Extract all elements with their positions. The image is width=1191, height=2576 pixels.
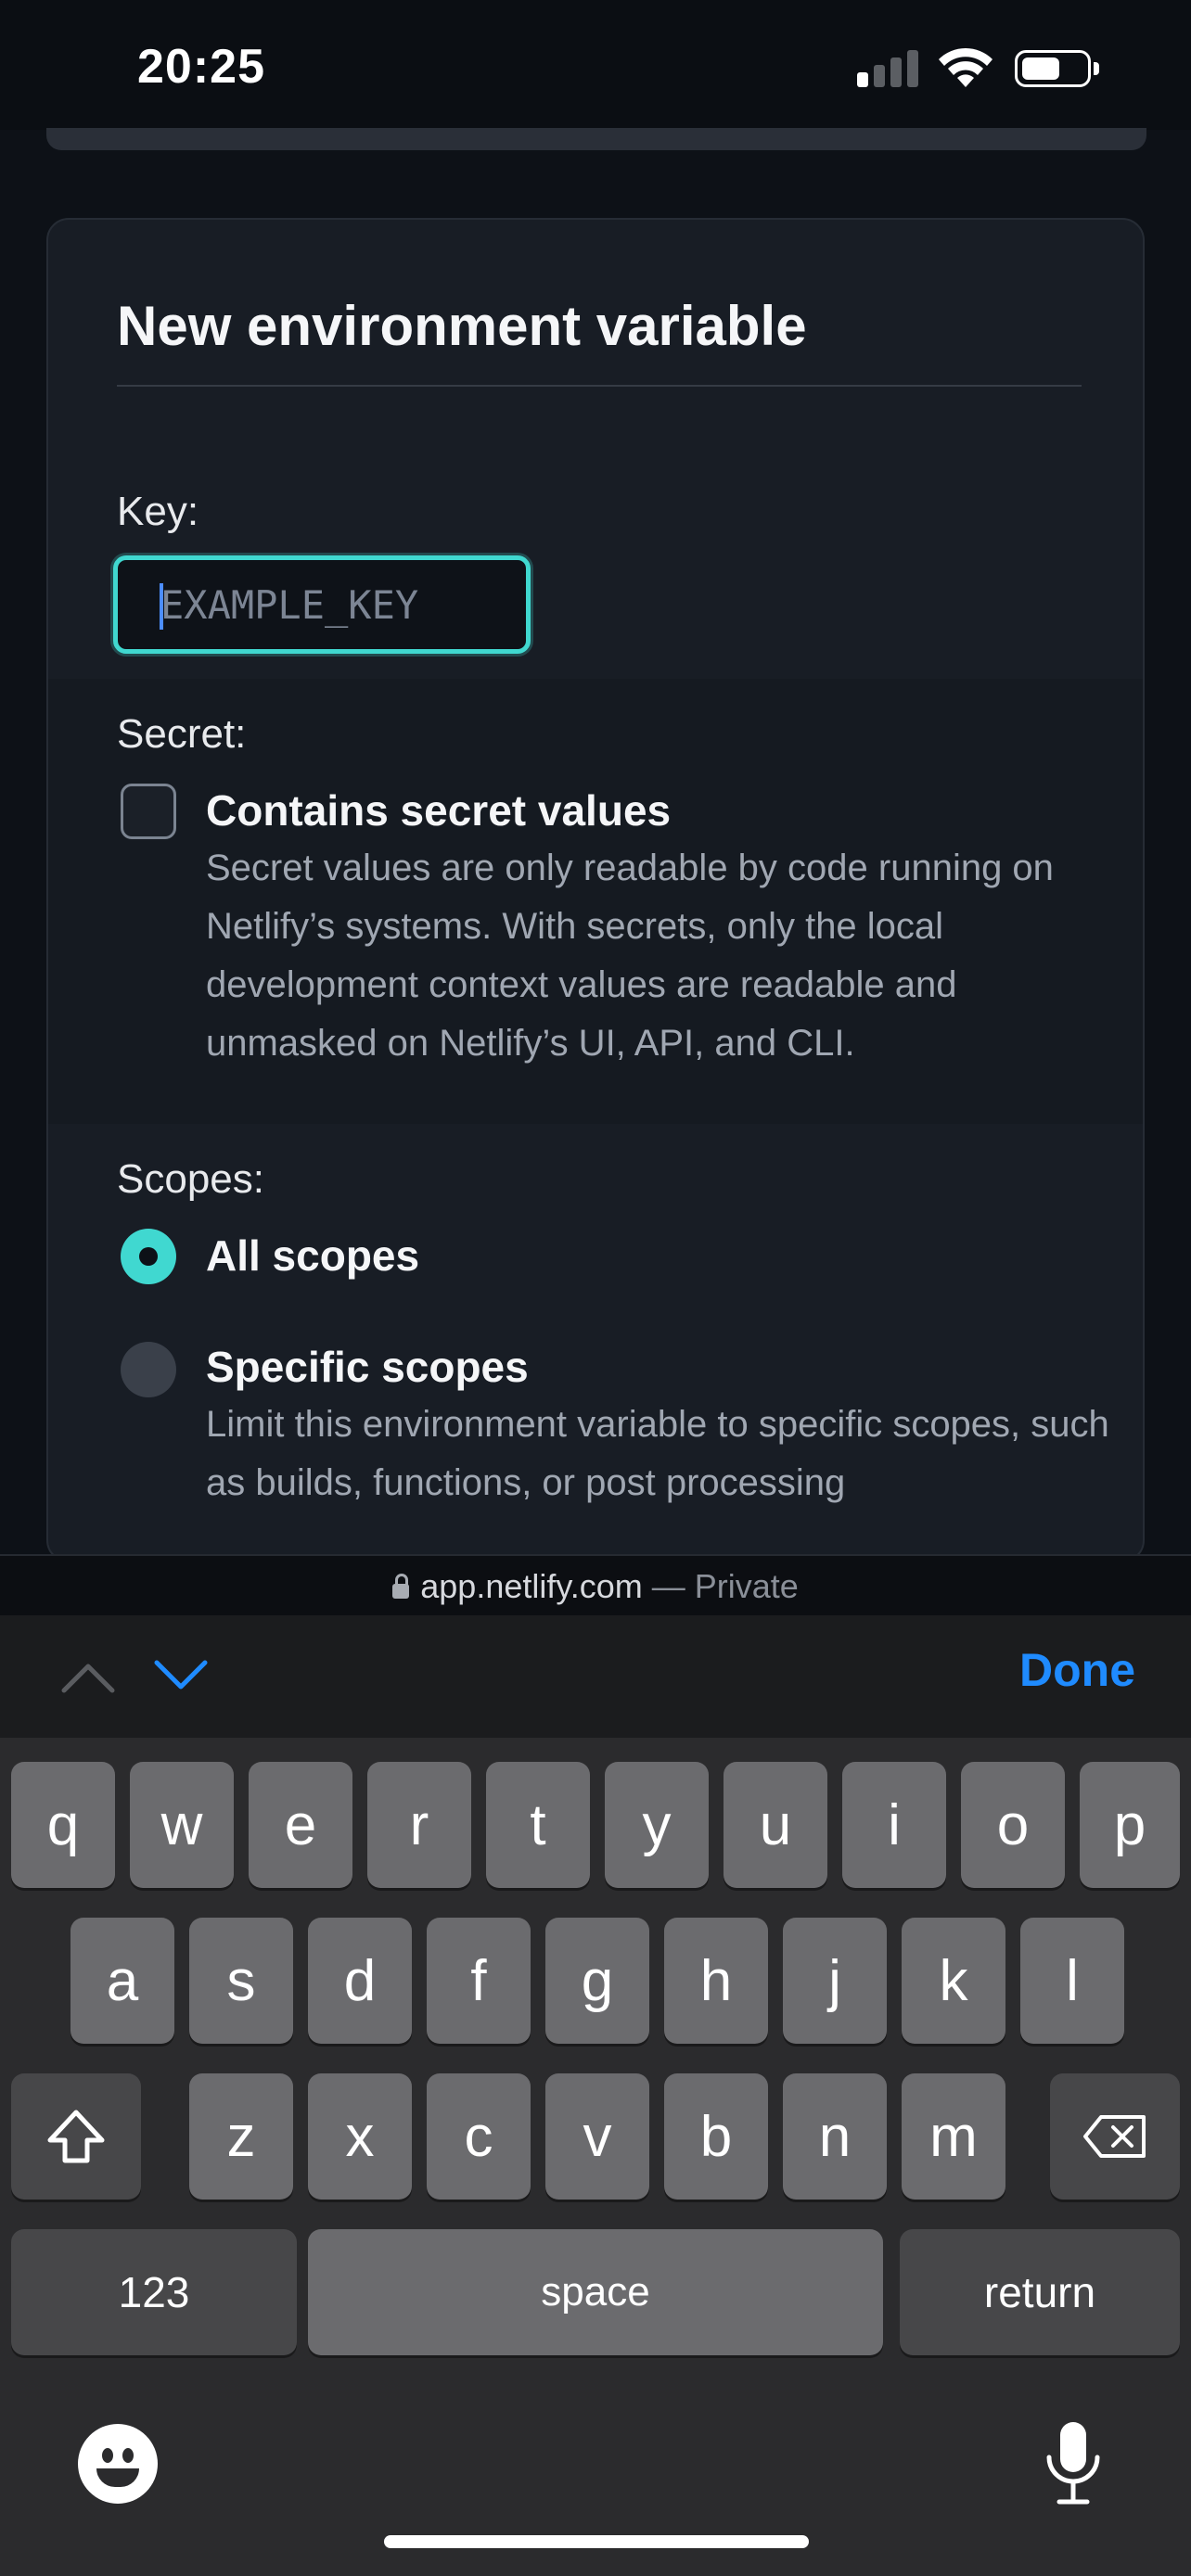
key-c[interactable]: c: [427, 2073, 531, 2200]
status-time: 20:25: [137, 40, 265, 94]
key-p[interactable]: p: [1080, 1762, 1180, 1888]
secret-checkbox-description: Secret values are only readable by code …: [206, 848, 1054, 1064]
shift-arrow-icon: [47, 2110, 105, 2163]
title-divider: [117, 385, 1082, 387]
card-title: New environment variable: [117, 295, 807, 357]
specific-scopes-radio[interactable]: [121, 1342, 176, 1397]
onscreen-keyboard: q w e r t y u i o p a s d f g h j k l z …: [0, 1738, 1191, 2576]
secret-checkbox[interactable]: [121, 784, 176, 839]
key-d[interactable]: d: [308, 1918, 412, 2044]
previous-section-edge: [46, 128, 1146, 150]
key-b[interactable]: b: [664, 2073, 768, 2200]
space-key[interactable]: space: [308, 2229, 883, 2355]
key-i[interactable]: i: [842, 1762, 946, 1888]
next-field-chevron-down-icon[interactable]: [154, 1660, 208, 1693]
return-key[interactable]: return: [900, 2229, 1180, 2355]
key-o[interactable]: o: [961, 1762, 1065, 1888]
key-h[interactable]: h: [664, 1918, 768, 2044]
key-s[interactable]: s: [189, 1918, 293, 2044]
status-bar: 20:25: [0, 0, 1191, 130]
url-domain: app.netlify.com: [420, 1567, 643, 1605]
key-q[interactable]: q: [11, 1762, 115, 1888]
wifi-icon: [939, 47, 992, 87]
key-x[interactable]: x: [308, 2073, 412, 2200]
key-a[interactable]: a: [70, 1918, 174, 2044]
scopes-label: Scopes:: [117, 1156, 264, 1202]
specific-scopes-description: Limit this environment variable to speci…: [206, 1404, 1109, 1503]
new-env-variable-card: New environment variable Key: Secret: Co…: [46, 218, 1145, 1562]
key-g[interactable]: g: [545, 1918, 649, 2044]
key-l[interactable]: l: [1020, 1918, 1124, 2044]
secret-checkbox-title: Contains secret values: [206, 786, 672, 835]
key-k[interactable]: k: [902, 1918, 1005, 2044]
key-label: Key:: [117, 489, 199, 534]
keyboard-accessory-bar: Done: [0, 1615, 1191, 1738]
secret-label: Secret:: [117, 711, 247, 757]
key-z[interactable]: z: [189, 2073, 293, 2200]
key-u[interactable]: u: [724, 1762, 827, 1888]
lock-icon: [392, 1574, 410, 1599]
key-j[interactable]: j: [783, 1918, 887, 2044]
text-caret: [160, 583, 163, 630]
key-r[interactable]: r: [367, 1762, 471, 1888]
key-m[interactable]: m: [902, 2073, 1005, 2200]
microphone-icon[interactable]: [1043, 2420, 1104, 2509]
home-indicator[interactable]: [384, 2535, 809, 2548]
cellular-signal-icon: [857, 48, 918, 87]
key-input[interactable]: [113, 555, 531, 654]
shift-key[interactable]: [11, 2073, 141, 2200]
browser-url-bar[interactable]: app.netlify.com — Private: [0, 1554, 1191, 1617]
numbers-key[interactable]: 123: [11, 2229, 297, 2355]
all-scopes-label: All scopes: [206, 1231, 420, 1280]
emoji-icon[interactable]: [78, 2424, 158, 2504]
delete-key[interactable]: [1050, 2073, 1180, 2200]
done-button[interactable]: Done: [1019, 1643, 1135, 1697]
key-n[interactable]: n: [783, 2073, 887, 2200]
key-w[interactable]: w: [130, 1762, 234, 1888]
previous-field-chevron-up-icon[interactable]: [61, 1660, 115, 1693]
backspace-icon: [1083, 2115, 1146, 2158]
private-mode-label: — Private: [642, 1567, 799, 1605]
key-t[interactable]: t: [486, 1762, 590, 1888]
key-f[interactable]: f: [427, 1918, 531, 2044]
all-scopes-radio[interactable]: [121, 1229, 176, 1284]
key-e[interactable]: e: [249, 1762, 352, 1888]
specific-scopes-label: Specific scopes: [206, 1343, 529, 1391]
key-y[interactable]: y: [605, 1762, 709, 1888]
key-v[interactable]: v: [545, 2073, 649, 2200]
battery-icon: [1015, 50, 1099, 87]
